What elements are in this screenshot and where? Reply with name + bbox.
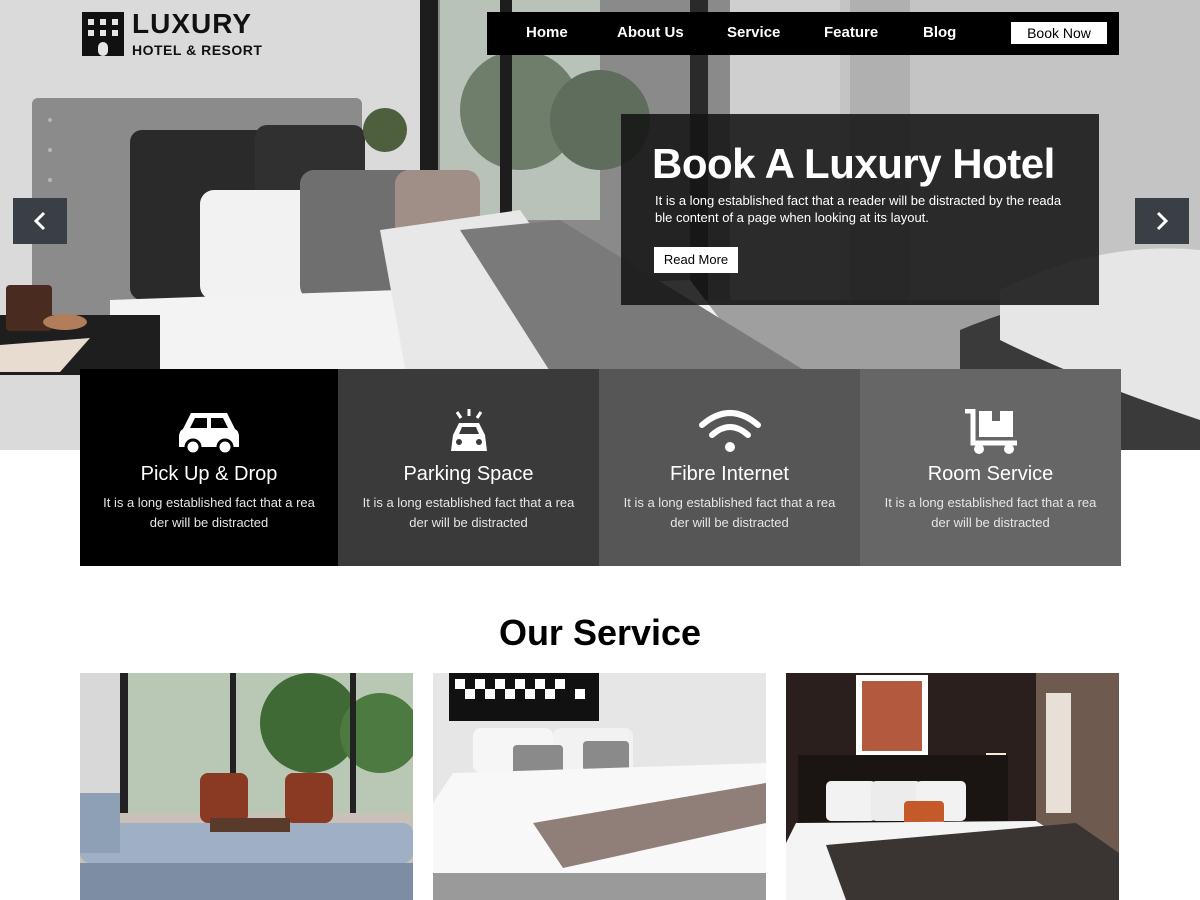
feature-description: It is a long established fact that a rea… <box>103 495 315 530</box>
logo-subtitle: HOTEL & RESORT <box>132 42 263 58</box>
feature-room-service[interactable]: Room Service It is a long established fa… <box>860 369 1121 566</box>
chevron-right-icon <box>1156 211 1169 231</box>
book-now-button[interactable]: Book Now <box>1011 22 1107 44</box>
slider-next-button[interactable] <box>1135 198 1189 244</box>
feature-strip: Pick Up & Drop It is a long established … <box>80 369 1121 566</box>
nav-home[interactable]: Home <box>526 24 568 41</box>
section-title-our-service: Our Service <box>498 612 702 653</box>
service-card-bedroom-dark[interactable] <box>786 673 1119 900</box>
feature-description: It is a long established fact that a rea… <box>884 495 1097 530</box>
logo-title: LUXURY <box>132 8 253 39</box>
feature-parking-space[interactable]: Parking Space It is a long established f… <box>338 369 599 566</box>
feature-title: Room Service <box>927 463 1054 485</box>
police-car-icon <box>450 409 487 451</box>
wifi-icon <box>698 410 761 452</box>
hotel-building-icon <box>82 12 124 56</box>
read-more-button[interactable]: Read More <box>654 247 738 273</box>
main-nav: Home About Us Service Feature Blog Book … <box>487 12 1119 55</box>
hero-banner: Book A Luxury Hotel It is a long establi… <box>621 114 1099 305</box>
luggage-cart-icon <box>964 409 1017 454</box>
banner-text: It is a long established fact that a rea… <box>655 193 1062 225</box>
feature-title: Pick Up & Drop <box>140 463 278 485</box>
service-card-bedroom-white[interactable] <box>433 673 766 900</box>
feature-description: It is a long established fact that a rea… <box>623 495 836 530</box>
bedroom-white-image <box>433 673 766 900</box>
banner-title: Book A Luxury Hotel <box>652 140 1055 187</box>
service-cards <box>80 673 1120 900</box>
living-room-image <box>80 673 413 900</box>
feature-pick-up-drop[interactable]: Pick Up & Drop It is a long established … <box>80 369 338 566</box>
feature-title: Fibre Internet <box>670 463 789 485</box>
nav-service[interactable]: Service <box>727 24 780 41</box>
bedroom-dark-image <box>786 673 1119 900</box>
nav-blog[interactable]: Blog <box>923 24 956 41</box>
feature-title: Parking Space <box>403 463 534 485</box>
feature-fibre-internet[interactable]: Fibre Internet It is a long established … <box>599 369 860 566</box>
service-card-living-room[interactable] <box>80 673 413 900</box>
slider-prev-button[interactable] <box>13 198 67 244</box>
car-icon <box>179 413 239 455</box>
nav-feature[interactable]: Feature <box>824 24 878 41</box>
chevron-left-icon <box>33 211 46 231</box>
site-logo[interactable]: LUXURY HOTEL & RESORT <box>80 10 262 60</box>
feature-description: It is a long established fact that a rea… <box>362 495 575 530</box>
nav-about-us[interactable]: About Us <box>617 24 684 41</box>
